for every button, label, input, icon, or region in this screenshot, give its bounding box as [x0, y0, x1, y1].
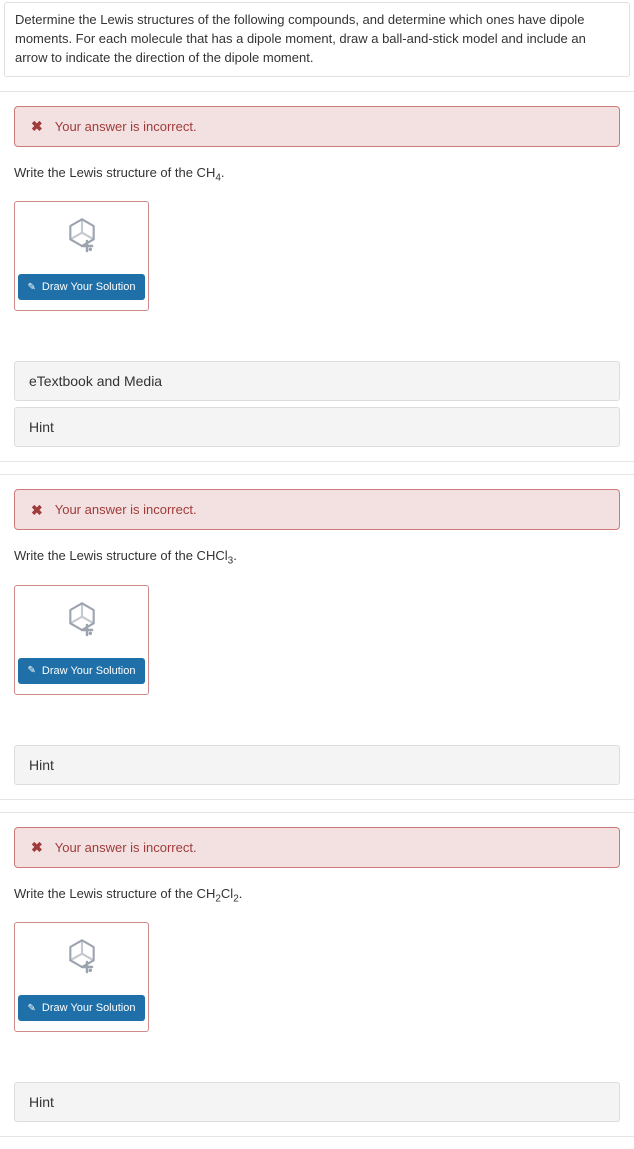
prompt-suffix: . — [239, 886, 243, 901]
alert-message: Your answer is incorrect. — [55, 119, 197, 134]
incorrect-alert: ✖ Your answer is incorrect. — [14, 106, 620, 147]
etextbook-label: eTextbook and Media — [29, 373, 162, 389]
draw-solution-button[interactable]: ✎ Draw Your Solution — [18, 995, 146, 1021]
hint-label: Hint — [29, 419, 54, 435]
molecule-draw-icon — [62, 600, 102, 640]
draw-canvas-box: ✎ Draw Your Solution — [14, 201, 149, 311]
draw-button-label: Draw Your Solution — [42, 665, 136, 677]
hint-button[interactable]: Hint — [14, 1082, 620, 1122]
x-icon: ✖ — [31, 840, 43, 854]
question-block-3: ✖ Your answer is incorrect. Write the Le… — [0, 812, 634, 1138]
x-icon: ✖ — [31, 503, 43, 517]
question-block-1: ✖ Your answer is incorrect. Write the Le… — [0, 91, 634, 463]
draw-solution-button[interactable]: ✎ Draw Your Solution — [18, 274, 146, 300]
hint-button[interactable]: Hint — [14, 745, 620, 785]
prompt-suffix: . — [221, 165, 225, 180]
molecule-draw-icon — [62, 937, 102, 977]
pencil-icon: ✎ — [28, 282, 36, 293]
hint-label: Hint — [29, 1094, 54, 1110]
incorrect-alert: ✖ Your answer is incorrect. — [14, 489, 620, 530]
question-block-2: ✖ Your answer is incorrect. Write the Le… — [0, 474, 634, 800]
prompt-prefix: Write the Lewis structure of the CH — [14, 165, 215, 180]
draw-canvas-box: ✎ Draw Your Solution — [14, 585, 149, 695]
question-prompt: Write the Lewis structure of the CH4. — [14, 165, 620, 184]
draw-button-label: Draw Your Solution — [42, 1002, 136, 1014]
intro-card: Determine the Lewis structures of the fo… — [4, 2, 630, 77]
prompt-prefix: Write the Lewis structure of the CHCl — [14, 548, 228, 563]
pencil-icon: ✎ — [28, 665, 36, 676]
pencil-icon: ✎ — [28, 1003, 36, 1014]
prompt-prefix: Write the Lewis structure of the CH — [14, 886, 215, 901]
draw-canvas-box: ✎ Draw Your Solution — [14, 922, 149, 1032]
hint-label: Hint — [29, 757, 54, 773]
hint-button[interactable]: Hint — [14, 407, 620, 447]
prompt-suffix: . — [233, 548, 237, 563]
x-icon: ✖ — [31, 119, 43, 133]
question-prompt: Write the Lewis structure of the CHCl3. — [14, 548, 620, 567]
alert-message: Your answer is incorrect. — [55, 502, 197, 517]
draw-solution-button[interactable]: ✎ Draw Your Solution — [18, 658, 146, 684]
question-prompt: Write the Lewis structure of the CH2Cl2. — [14, 886, 620, 905]
alert-message: Your answer is incorrect. — [55, 840, 197, 855]
draw-button-label: Draw Your Solution — [42, 281, 136, 293]
etextbook-button[interactable]: eTextbook and Media — [14, 361, 620, 401]
intro-text: Determine the Lewis structures of the fo… — [15, 12, 586, 65]
molecule-draw-icon — [62, 216, 102, 256]
prompt-mid: Cl — [221, 886, 233, 901]
incorrect-alert: ✖ Your answer is incorrect. — [14, 827, 620, 868]
